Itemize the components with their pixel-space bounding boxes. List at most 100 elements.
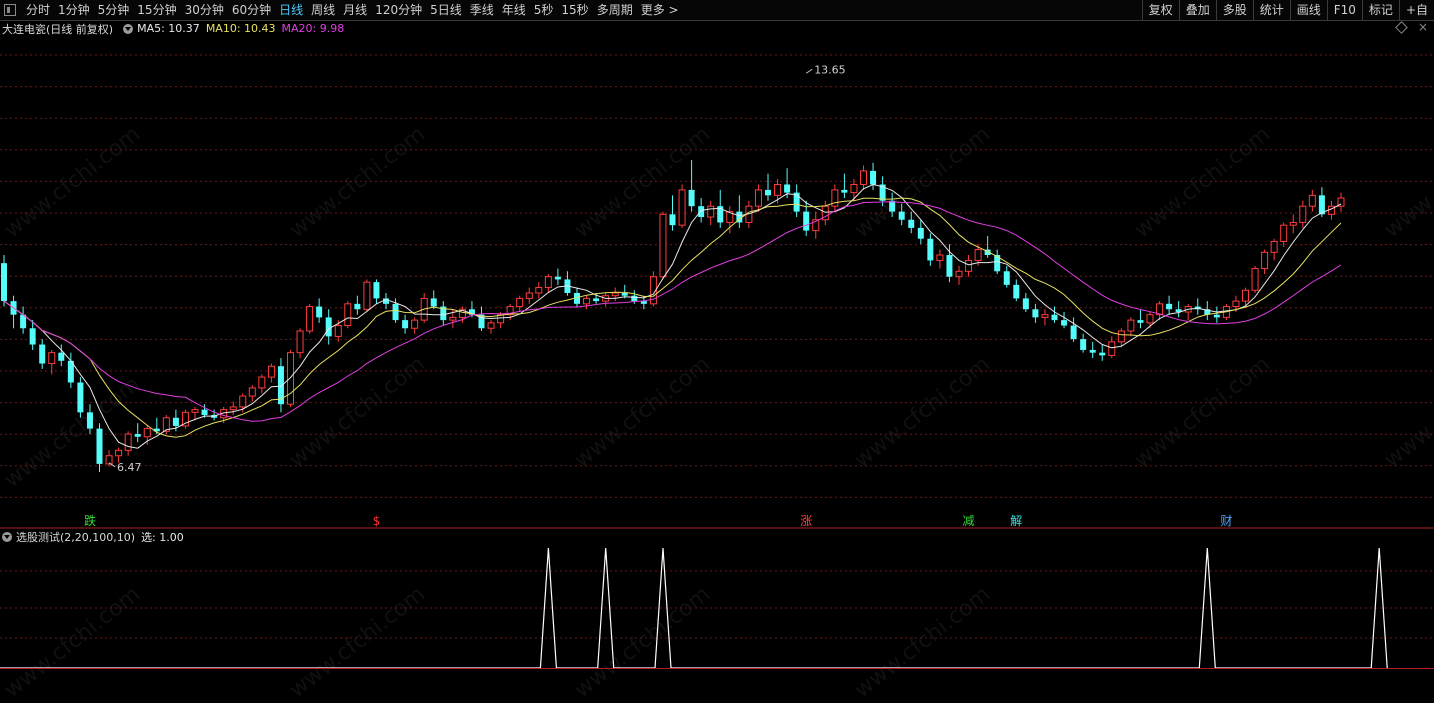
- candle-body-down: [1080, 339, 1087, 350]
- period-tab[interactable]: 5日线: [426, 0, 466, 20]
- candlesticks: [1, 160, 1345, 473]
- candle-body-up: [1108, 341, 1116, 356]
- main-grid: [0, 54, 1434, 498]
- period-tab[interactable]: 120分钟: [371, 0, 426, 20]
- period-tab[interactable]: 多周期: [593, 0, 637, 20]
- period-tab[interactable]: 5分钟: [94, 0, 134, 20]
- candle-body-down: [870, 170, 877, 185]
- candle-body-up: [936, 254, 944, 261]
- candle-body-down: [373, 282, 380, 299]
- dropdown-icon[interactable]: [123, 23, 134, 34]
- period-tab[interactable]: 1分钟: [54, 0, 94, 20]
- candle-body-up: [1308, 194, 1316, 207]
- candle-body-down: [29, 328, 36, 345]
- candle-body-down: [1099, 352, 1106, 356]
- candle-body-down: [1003, 271, 1010, 285]
- candle-body-up: [1251, 268, 1259, 291]
- ma5-label: MA5: 10.37: [137, 22, 200, 35]
- toolbar-button[interactable]: +自: [1398, 0, 1434, 20]
- event-marker: 解: [1010, 514, 1022, 528]
- candle-body-up: [850, 183, 858, 194]
- candle-body-up: [1280, 224, 1288, 242]
- toolbar-button[interactable]: 多股: [1215, 0, 1253, 20]
- indicator-header: 选股测试(2,20,100,10) 选: 1.00: [2, 528, 190, 545]
- candle-body-down: [430, 298, 437, 307]
- candle-body-down: [593, 298, 600, 302]
- candle-body-up: [516, 297, 524, 308]
- candle-body-up: [774, 183, 782, 196]
- toolbar-button[interactable]: 复权: [1141, 0, 1179, 20]
- candle-body-down: [316, 306, 323, 318]
- candle-body-up: [115, 449, 123, 457]
- period-tab[interactable]: 分时: [22, 0, 54, 20]
- candle-body-down: [765, 189, 771, 196]
- candle-body-up: [1299, 205, 1307, 223]
- candle-body-up: [306, 306, 314, 332]
- candle-body-down: [1, 263, 7, 302]
- toolbar-button[interactable]: 画线: [1289, 0, 1327, 20]
- kline-chart[interactable]: 13.65 6.47 跌 $ 涨 减 解 财: [0, 0, 1434, 676]
- candle-body-up: [535, 287, 543, 294]
- annotation-label: 6.47: [117, 461, 142, 474]
- annotation-label: 13.65: [814, 63, 846, 76]
- main-chart-header: 大连电瓷(日线 前复权) MA5: 10.37 MA10: 10.43 MA20…: [2, 20, 350, 37]
- candle-body-up: [287, 352, 294, 405]
- candle-body-down: [793, 192, 800, 212]
- period-tab[interactable]: 30分钟: [181, 0, 228, 20]
- indicator-dropdown-icon[interactable]: [2, 531, 12, 542]
- period-toolbar: 分时 1分钟 5分钟 15分钟 30分钟 60分钟 日线 周线 月线 120分钟 5日线 季线 年线 5秒…: [0, 0, 1434, 21]
- candle-body-up: [678, 189, 686, 226]
- candle-body-down: [554, 276, 561, 280]
- candle-body-down: [841, 189, 848, 193]
- candle-body-up: [296, 330, 304, 354]
- candle-body-down: [39, 344, 46, 364]
- candle-body-up: [965, 259, 973, 272]
- candle-body-up: [1242, 289, 1249, 302]
- period-tab[interactable]: 15秒: [557, 0, 592, 20]
- candle-body-down: [1051, 314, 1058, 321]
- candle-body-down: [1061, 320, 1068, 326]
- candle-body-up: [229, 406, 237, 411]
- candle-body-up: [143, 428, 151, 438]
- period-tab[interactable]: 季线: [466, 0, 498, 20]
- candle-body-down: [277, 366, 284, 405]
- period-tab[interactable]: 60分钟: [228, 0, 275, 20]
- period-tab[interactable]: 日线: [275, 0, 307, 20]
- ma10-label: MA10: 10.43: [205, 22, 276, 35]
- toolbar-button[interactable]: F10: [1326, 0, 1362, 20]
- signal-polyline: [0, 547, 1388, 669]
- candle-body-down: [1137, 320, 1144, 323]
- indicator-value: 选: 1.00: [141, 530, 184, 544]
- candle-body-up: [544, 276, 552, 289]
- candle-body-down: [86, 412, 93, 429]
- period-tab[interactable]: 5秒: [530, 0, 558, 20]
- candle-body-down: [1032, 309, 1039, 318]
- candle-body-down: [1089, 349, 1096, 353]
- candle-body-down: [698, 206, 705, 218]
- toolbar-button[interactable]: 统计: [1252, 0, 1290, 20]
- candle-body-down: [96, 428, 103, 464]
- candle-body-down: [631, 295, 638, 302]
- candle-body-down: [917, 227, 924, 239]
- event-markers: 跌 $ 涨 减 解 财: [84, 513, 1232, 528]
- candle-body-up: [754, 189, 762, 207]
- close-icon[interactable]: ×: [1418, 20, 1428, 34]
- period-tab[interactable]: 更多 >: [637, 0, 683, 20]
- candle-body-down: [669, 214, 676, 226]
- candle-body-down: [889, 200, 896, 212]
- candle-body-down: [172, 417, 179, 426]
- toolbar-button[interactable]: 标记: [1361, 0, 1399, 20]
- period-tab[interactable]: 月线: [339, 0, 371, 20]
- period-tab[interactable]: 15分钟: [133, 0, 180, 20]
- period-tab[interactable]: 年线: [498, 0, 530, 20]
- candle-body-up: [124, 433, 132, 451]
- candle-body-up: [449, 316, 457, 321]
- toolbar-button[interactable]: 叠加: [1178, 0, 1216, 20]
- candle-body-down: [621, 292, 628, 296]
- candle-body-up: [1289, 221, 1297, 226]
- sidebar-toggle-icon[interactable]: [4, 4, 16, 16]
- period-tab[interactable]: 周线: [307, 0, 339, 20]
- candle-body-up: [344, 303, 352, 327]
- candle-body-up: [48, 352, 56, 365]
- price-annotations: 13.65 6.47: [108, 63, 846, 474]
